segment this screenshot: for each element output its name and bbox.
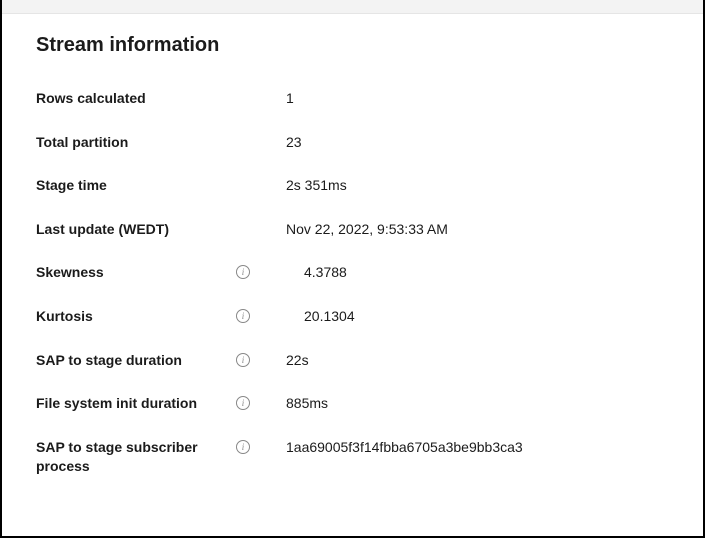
label-kurtosis: Kurtosis — [36, 307, 236, 327]
value-skewness: 4.3788 — [286, 263, 347, 283]
row-file-system-init-duration: File system init duration i 885ms — [36, 382, 669, 426]
info-icon[interactable]: i — [236, 309, 250, 323]
row-total-partition: Total partition 23 — [36, 121, 669, 165]
label-total-partition: Total partition — [36, 133, 236, 153]
info-icon[interactable]: i — [236, 265, 250, 279]
info-col — [236, 89, 286, 91]
row-last-update: Last update (WEDT) Nov 22, 2022, 9:53:33… — [36, 208, 669, 252]
label-file-system-init-duration: File system init duration — [36, 394, 236, 414]
info-col: i — [236, 307, 286, 323]
info-col — [236, 220, 286, 222]
value-last-update: Nov 22, 2022, 9:53:33 AM — [286, 220, 448, 240]
label-skewness: Skewness — [36, 263, 236, 283]
info-icon[interactable]: i — [236, 353, 250, 367]
row-sap-to-stage-duration: SAP to stage duration i 22s — [36, 339, 669, 383]
label-stage-time: Stage time — [36, 176, 236, 196]
row-stage-time: Stage time 2s 351ms — [36, 164, 669, 208]
info-col: i — [236, 351, 286, 367]
row-sap-to-stage-subscriber: SAP to stage subscriber process i 1aa690… — [36, 426, 669, 489]
value-file-system-init-duration: 885ms — [286, 394, 328, 414]
row-kurtosis: Kurtosis i 20.1304 — [36, 295, 669, 339]
label-sap-to-stage-subscriber: SAP to stage subscriber process — [36, 438, 236, 477]
label-sap-to-stage-duration: SAP to stage duration — [36, 351, 236, 371]
top-strip — [2, 0, 703, 14]
value-sap-to-stage-subscriber: 1aa69005f3f14fbba6705a3be9bb3ca3 — [286, 438, 523, 458]
info-col: i — [236, 438, 286, 454]
value-kurtosis: 20.1304 — [286, 307, 355, 327]
info-col: i — [236, 394, 286, 410]
value-stage-time: 2s 351ms — [286, 176, 347, 196]
row-skewness: Skewness i 4.3788 — [36, 251, 669, 295]
value-sap-to-stage-duration: 22s — [286, 351, 309, 371]
info-icon[interactable]: i — [236, 440, 250, 454]
row-rows-calculated: Rows calculated 1 — [36, 77, 669, 121]
value-total-partition: 23 — [286, 133, 302, 153]
info-col — [236, 176, 286, 178]
value-rows-calculated: 1 — [286, 89, 294, 109]
info-icon[interactable]: i — [236, 396, 250, 410]
label-rows-calculated: Rows calculated — [36, 89, 236, 109]
stream-info-panel: Stream information Rows calculated 1 Tot… — [2, 14, 703, 509]
info-col — [236, 133, 286, 135]
panel-title: Stream information — [36, 34, 669, 57]
label-last-update: Last update (WEDT) — [36, 220, 236, 240]
info-col: i — [236, 263, 286, 279]
